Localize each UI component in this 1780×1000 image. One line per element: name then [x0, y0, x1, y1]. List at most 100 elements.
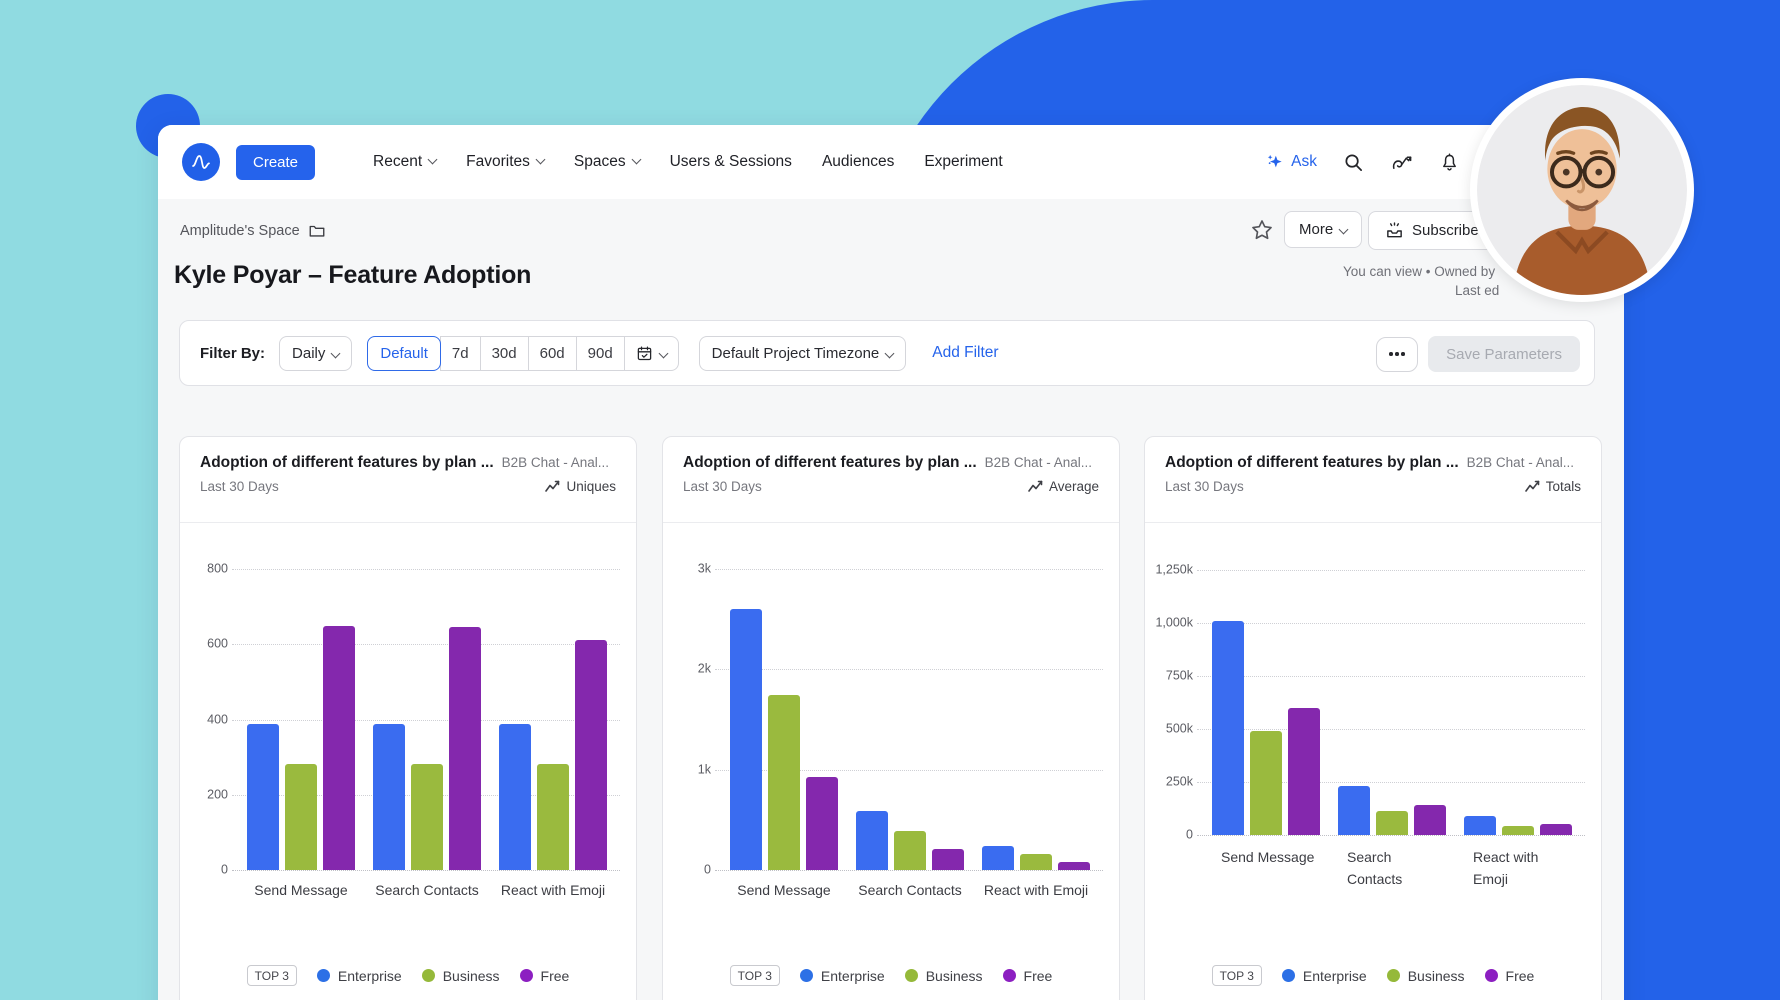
bar-enterprise[interactable] — [982, 846, 1014, 870]
chart-range: Last 30 Days — [200, 479, 279, 494]
chart-metric: Average — [1028, 479, 1099, 494]
bar-enterprise[interactable] — [373, 724, 405, 870]
y-tick-label: 1k — [665, 762, 711, 776]
bar-enterprise[interactable] — [499, 724, 531, 870]
legend-item-enterprise[interactable]: Enterprise — [1282, 968, 1367, 984]
bar-business[interactable] — [894, 831, 926, 870]
bar-chart: 0200400600800Send MessageSearch Contacts… — [238, 569, 616, 870]
gridline — [1197, 835, 1585, 836]
bar-free[interactable] — [932, 849, 964, 870]
create-button[interactable]: Create — [236, 145, 315, 180]
segment-7d[interactable]: 7d — [440, 336, 481, 371]
y-tick-label: 750k — [1147, 668, 1193, 682]
calendar-icon — [636, 345, 653, 362]
bar-chart: 01k2k3kSend MessageSearch ContactsReact … — [721, 569, 1099, 870]
bar-business[interactable] — [1020, 854, 1052, 870]
bell-icon[interactable] — [1439, 152, 1460, 173]
bar-business[interactable] — [537, 764, 569, 870]
bar-business[interactable] — [1376, 811, 1408, 835]
legend-item-free[interactable]: Free — [520, 968, 570, 984]
legend-item-business[interactable]: Business — [1387, 968, 1465, 984]
bar-enterprise[interactable] — [1338, 786, 1370, 835]
legend-dot — [1485, 969, 1498, 982]
amplitude-logo-icon[interactable] — [182, 143, 220, 181]
nav-item-experiment[interactable]: Experiment — [924, 153, 1002, 171]
top3-badge: TOP 3 — [1212, 965, 1262, 986]
legend-item-business[interactable]: Business — [905, 968, 983, 984]
nav-right-cluster: Ask — [1265, 125, 1460, 199]
bar-enterprise[interactable] — [856, 811, 888, 870]
chart-legend: TOP 3 Enterprise Business Free — [1155, 965, 1591, 986]
nav-item-audiences[interactable]: Audiences — [822, 153, 894, 171]
bar-business[interactable] — [285, 764, 317, 870]
date-range-segments: Default 7d 30d 60d 90d — [368, 336, 678, 371]
nav-item-users-sessions[interactable]: Users & Sessions — [670, 153, 792, 171]
save-parameters-button[interactable]: Save Parameters — [1428, 336, 1580, 372]
search-icon[interactable] — [1343, 152, 1364, 173]
bar-business[interactable] — [768, 695, 800, 870]
chart-title[interactable]: Adoption of different features by plan .… — [683, 454, 977, 472]
legend-item-free[interactable]: Free — [1485, 968, 1535, 984]
y-tick-label: 600 — [182, 637, 228, 651]
bar-enterprise[interactable] — [730, 609, 762, 870]
segment-90d[interactable]: 90d — [576, 336, 625, 371]
bar-group — [364, 627, 490, 870]
star-icon[interactable] — [1251, 219, 1273, 246]
bar-free[interactable] — [1288, 708, 1320, 835]
more-options-button[interactable] — [1376, 337, 1418, 372]
app-window: Create Recent Favorites Spaces Users & S… — [158, 125, 1624, 1000]
chart-title[interactable]: Adoption of different features by plan .… — [200, 454, 494, 472]
insights-icon[interactable] — [1390, 151, 1413, 174]
chart-source: B2B Chat - Anal... — [985, 455, 1092, 470]
line-chart-icon — [1525, 480, 1540, 493]
legend-item-free[interactable]: Free — [1003, 968, 1053, 984]
bar-free[interactable] — [1058, 862, 1090, 870]
bar-free[interactable] — [323, 626, 355, 870]
segment-default[interactable]: Default — [367, 336, 441, 371]
top3-badge: TOP 3 — [247, 965, 297, 986]
bar-business[interactable] — [411, 764, 443, 870]
bar-free[interactable] — [449, 627, 481, 870]
chart-source: B2B Chat - Anal... — [1467, 455, 1574, 470]
segment-30d[interactable]: 30d — [480, 336, 529, 371]
bar-business[interactable] — [1502, 826, 1534, 835]
legend-item-enterprise[interactable]: Enterprise — [800, 968, 885, 984]
bar-group — [973, 846, 1099, 870]
gridline — [1197, 570, 1585, 571]
segment-60d[interactable]: 60d — [528, 336, 577, 371]
bar-free[interactable] — [806, 777, 838, 870]
breadcrumb[interactable]: Amplitude's Space — [180, 222, 326, 240]
nav-item-favorites[interactable]: Favorites — [466, 153, 544, 171]
x-axis-label: React with Emoji — [490, 882, 616, 898]
timezone-select[interactable]: Default Project Timezone — [699, 336, 907, 371]
nav-item-recent[interactable]: Recent — [373, 153, 436, 171]
chart-card-average: Adoption of different features by plan .… — [662, 436, 1120, 1000]
legend-item-enterprise[interactable]: Enterprise — [317, 968, 402, 984]
avatar[interactable] — [1470, 78, 1694, 302]
chart-title[interactable]: Adoption of different features by plan .… — [1165, 454, 1459, 472]
bar-business[interactable] — [1250, 731, 1282, 835]
sparkle-icon — [1265, 152, 1285, 172]
chart-range: Last 30 Days — [1165, 479, 1244, 494]
bar-enterprise[interactable] — [247, 724, 279, 870]
add-filter-link[interactable]: Add Filter — [932, 344, 998, 362]
bar-free[interactable] — [1414, 805, 1446, 835]
y-tick-label: 0 — [665, 862, 711, 876]
interval-select[interactable]: Daily — [279, 336, 352, 371]
legend-dot — [1387, 969, 1400, 982]
bar-enterprise[interactable] — [1212, 621, 1244, 835]
nav-item-spaces[interactable]: Spaces — [574, 153, 640, 171]
page-body: Amplitude's Space More Subscribe You can… — [158, 199, 1624, 1000]
legend-dot — [520, 969, 533, 982]
legend-dot — [422, 969, 435, 982]
more-button[interactable]: More — [1284, 211, 1362, 248]
legend-item-business[interactable]: Business — [422, 968, 500, 984]
x-axis-label: Send Message — [238, 882, 364, 898]
bar-free[interactable] — [575, 640, 607, 870]
bar-free[interactable] — [1540, 824, 1572, 835]
custom-date-button[interactable] — [624, 336, 679, 371]
y-tick-label: 0 — [182, 862, 228, 876]
ask-button[interactable]: Ask — [1265, 152, 1317, 172]
bar-enterprise[interactable] — [1464, 816, 1496, 835]
x-axis-label: Search Contacts — [1347, 847, 1447, 890]
